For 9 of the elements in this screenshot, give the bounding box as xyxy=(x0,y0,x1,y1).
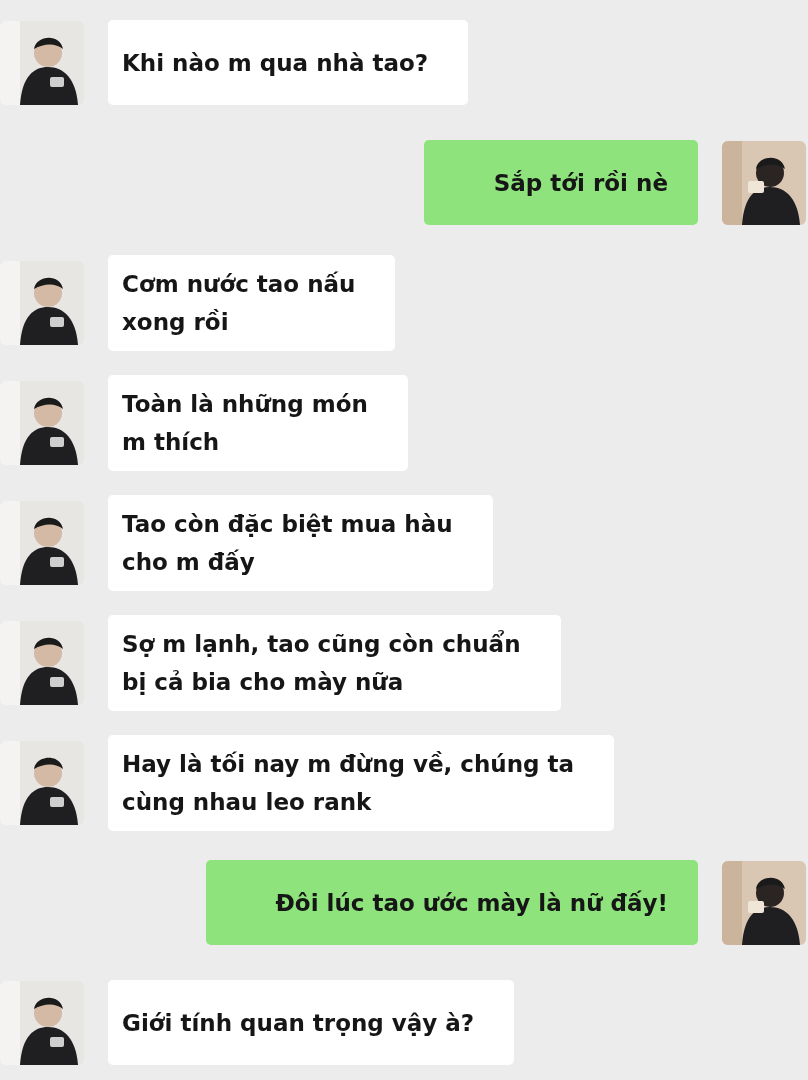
message-bubble: Giới tính quan trọng vậy à? xyxy=(108,980,515,1065)
message-bubble: Tao còn đặc biệt mua hàu cho m đấy xyxy=(108,494,493,591)
message-bubble: Khi nào m qua nhà tao? xyxy=(108,20,469,105)
message-bubble: Sợ m lạnh, tao cũng còn chuẩn bị cả bia cho mày nữa xyxy=(108,614,561,711)
message-bubble: Đôi lúc tao ước mày là nữ đấy! xyxy=(205,860,698,945)
message-bubble: Hay là tối nay m đừng về, chúng ta cùng nhau leo rank xyxy=(108,734,615,831)
message-bubble: Toàn là những món m thích xyxy=(108,374,408,471)
message-bubble: Sắp tới rồi nè xyxy=(423,140,698,225)
message-bubble: Cơm nước tao nấu xong rồi xyxy=(108,254,396,351)
